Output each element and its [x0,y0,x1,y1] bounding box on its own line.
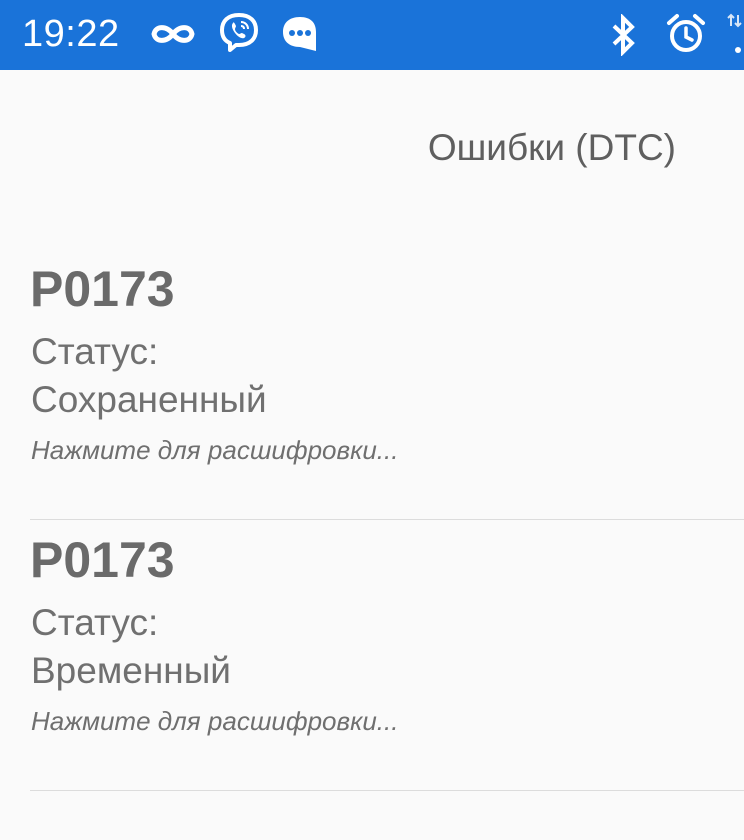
page-title: Ошибки (DTC) [427,127,676,168]
divider [30,790,744,791]
dtc-list-item[interactable]: P0173 Статус: Сохраненный Нажмите для ра… [0,260,744,530]
dtc-code: P0173 [30,532,175,588]
dtc-decode-hint: Нажмите для расшифровки... [31,706,399,736]
divider [30,519,744,520]
dtc-status-label: Статус: [31,602,159,643]
dtc-decode-hint: Нажмите для расшифровки... [31,435,399,465]
status-time: 19:22 [22,13,120,55]
dtc-status-value: Временный [31,650,231,691]
data-arrows-icon [726,12,744,53]
infinity-icon [148,16,198,56]
viber-icon [219,12,259,52]
chat-bubble-icon [280,14,320,54]
dtc-code: P0173 [30,261,175,317]
dtc-status-value: Сохраненный [31,379,267,420]
bluetooth-icon [606,14,646,56]
dtc-list-item[interactable]: P0173 Статус: Временный Нажмите для расш… [0,531,744,801]
alarm-clock-icon [664,12,705,52]
status-bar: 19:22 [0,0,744,70]
dtc-status-label: Статус: [31,331,159,372]
